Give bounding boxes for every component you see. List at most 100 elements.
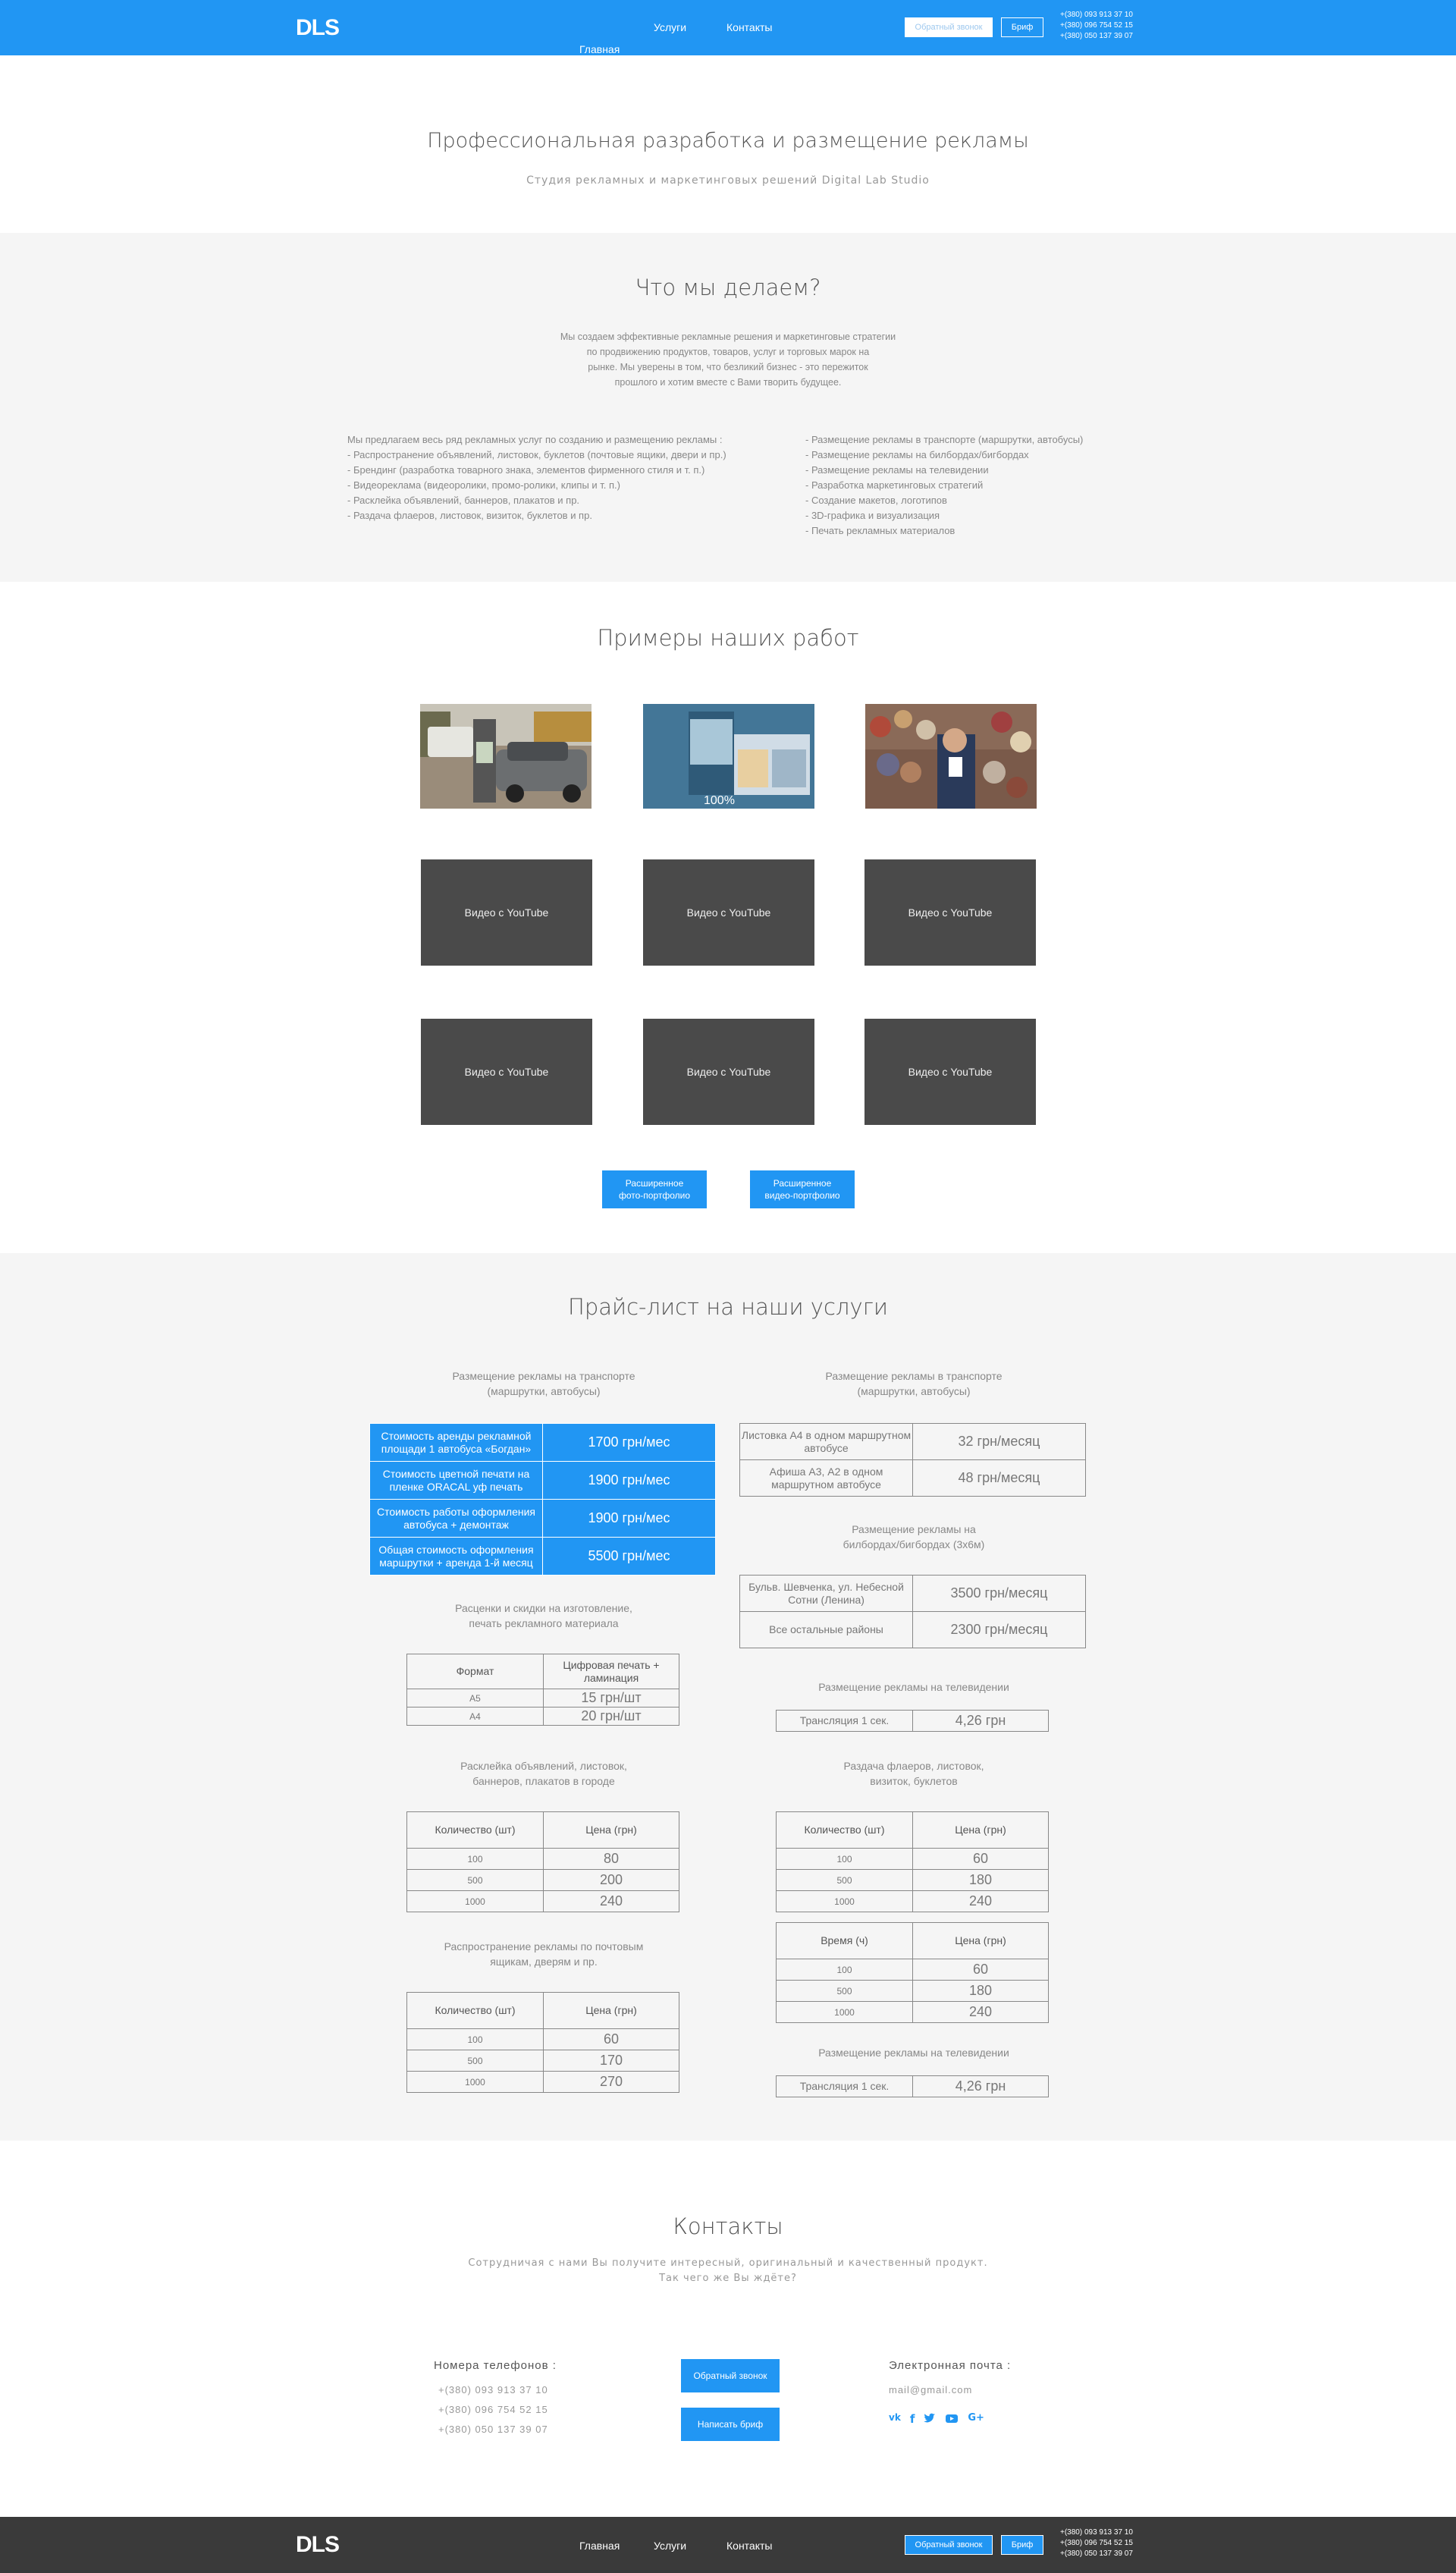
cell: Все остальные районы	[739, 1611, 913, 1648]
table-row: А4 20 грн/шт	[406, 1707, 679, 1726]
phone: +(380) 050 137 39 07	[1060, 2549, 1133, 2558]
twitter-icon[interactable]	[924, 2412, 936, 2424]
contacts-title: Контакты	[673, 2213, 783, 2239]
cell: 100	[776, 1959, 913, 1981]
table-row: Общая стоимость оформления маршрутки + а…	[369, 1537, 716, 1576]
footer-nav-home[interactable]: Главная	[579, 2540, 620, 2552]
nav-contacts[interactable]: Контакты	[726, 21, 772, 33]
footer-brief-button[interactable]: Бриф	[1001, 2535, 1043, 2555]
cell: Стоимость цветной печати на пленке ORACA…	[369, 1461, 543, 1500]
table-row: 100 60	[776, 1959, 1049, 1981]
table-row: Трансляция 1 сек. 4,26 грн	[776, 1710, 1049, 1732]
portfolio-photo-car[interactable]	[420, 704, 592, 809]
price-table-title: Размещение рекламы на телевидении	[818, 1681, 1009, 1693]
phone: +(380) 093 913 37 10	[1060, 2528, 1133, 2537]
cell: 15 грн/шт	[543, 1689, 679, 1707]
phone[interactable]: +(380) 093 913 37 10	[438, 2380, 548, 2400]
footer-logo[interactable]: DLS	[296, 2532, 361, 2558]
title-line: печать рекламного материала	[469, 1617, 619, 1629]
footer-nav-contacts[interactable]: Контакты	[726, 2540, 772, 2552]
portfolio-photo-kiosk[interactable]	[865, 704, 1037, 809]
nav-home[interactable]: Главная	[579, 21, 620, 77]
contacts-text: Сотрудничая с нами Вы получите интересны…	[0, 2256, 1456, 2286]
table-row: 500 200	[406, 1869, 679, 1891]
footer-callback-button[interactable]: Обратный звонок	[905, 2535, 993, 2555]
list-item: - Распространение объявлений, листовок, …	[347, 449, 726, 460]
youtube-video[interactable]: Видео с YouTube	[421, 1019, 592, 1125]
prices-section	[0, 1253, 1456, 2141]
button-label: видео-портфолио	[764, 1190, 840, 1201]
cell: Стоимость аренды рекламной площади 1 авт…	[369, 1423, 543, 1462]
title-line: Размещение рекламы в транспорте	[825, 1370, 1003, 1382]
write-brief-button[interactable]: Написать бриф	[681, 2408, 780, 2441]
works-title: Примеры наших работ	[597, 625, 859, 651]
photo-portfolio-button[interactable]: Расширенное фото-портфолио	[602, 1170, 707, 1208]
cell: 500	[406, 2050, 544, 2072]
email-link[interactable]: mail@gmail.com	[889, 2380, 972, 2400]
footer-nav-services[interactable]: Услуги	[654, 2540, 686, 2552]
cell: А4	[406, 1707, 544, 1726]
footer: DLS Главная Услуги Контакты Обратный зво…	[0, 2517, 1456, 2573]
header-cell: Количество (шт)	[406, 1992, 544, 2029]
vk-icon[interactable]: vk	[889, 2412, 901, 2426]
youtube-video[interactable]: Видео с YouTube	[864, 859, 1036, 966]
hourly-table: Время (ч) Цена (грн) 100 60 500 180 1000 240	[776, 1922, 1049, 2023]
table-row: 500 170	[406, 2050, 679, 2072]
portfolio-photo-billboard[interactable]: 100%	[643, 704, 814, 809]
youtube-video[interactable]: Видео с YouTube	[421, 859, 592, 966]
price-table-title: Раздача флаеров, листовок, визиток, букле…	[739, 1758, 1088, 1789]
price-table-title: Размещение рекламы в транспорте (маршрутк…	[739, 1368, 1088, 1399]
title-line: Размещение рекламы на транспорте	[452, 1370, 635, 1382]
youtube-icon[interactable]	[945, 2412, 959, 2424]
callback-button[interactable]: Обратный звонок	[905, 17, 993, 37]
text-line: рынке. Мы уверены в том, что безликий би…	[588, 362, 868, 372]
contact-callback-button[interactable]: Обратный звонок	[681, 2359, 780, 2392]
nav-services[interactable]: Услуги	[654, 21, 686, 33]
table-header: Количество (шт) Цена (грн)	[406, 1811, 679, 1849]
text-line: Мы создаем эффективные рекламные решения…	[560, 331, 896, 342]
header-cell: Количество (шт)	[406, 1811, 544, 1849]
flyer-table: Количество (шт) Цена (грн) 100 60 500 180 1…	[776, 1811, 1049, 1912]
cell: 1000	[406, 1890, 544, 1912]
cell: 500	[776, 1869, 913, 1891]
title-line: визиток, буклетов	[870, 1775, 958, 1787]
google-plus-icon[interactable]: G+	[968, 2412, 984, 2426]
footer-phones: +(380) 093 913 37 10 +(380) 096 754 52 1…	[1060, 2527, 1133, 2559]
logo[interactable]: DLS	[296, 15, 361, 41]
youtube-video[interactable]: Видео с YouTube	[864, 1019, 1036, 1125]
price-table-title: Расклейка объявлений, листовок, баннеров,…	[369, 1758, 718, 1789]
facebook-icon[interactable]: f	[910, 2412, 915, 2426]
tv-table: Трансляция 1 сек. 4,26 грн	[776, 1710, 1049, 1732]
billboard-table: Бульв. Шевченка, ул. Небесной Сотни (Лен…	[739, 1575, 1086, 1648]
cell: 3500 грн/месяц	[912, 1575, 1086, 1612]
table-row: 1000 270	[406, 2071, 679, 2093]
header-cell: Цена (грн)	[912, 1811, 1049, 1849]
table-row: Стоимость аренды рекламной площади 1 авт…	[369, 1423, 716, 1462]
youtube-video[interactable]: Видео с YouTube	[643, 859, 814, 966]
cell: Стоимость работы оформления автобуса + д…	[369, 1499, 543, 1538]
header-cell: Количество (шт)	[776, 1811, 913, 1849]
header: DLS Главная Услуги Контакты Обратный зво…	[0, 0, 1456, 55]
list-item: - Печать рекламных материалов	[805, 525, 956, 536]
cell: 240	[543, 1890, 679, 1912]
phone: +(380) 096 754 52 15	[1060, 2539, 1133, 2547]
cell: Бульв. Шевченка, ул. Небесной Сотни (Лен…	[739, 1575, 913, 1612]
list-item: - Расклейка объявлений, баннеров, плакат…	[347, 495, 580, 506]
phone[interactable]: +(380) 096 754 52 15	[438, 2400, 548, 2420]
youtube-video[interactable]: Видео с YouTube	[643, 1019, 814, 1125]
prices-title: Прайс-лист на наши услуги	[568, 1294, 888, 1320]
table-row: Листовка А4 в одном маршрутном автобусе 3…	[739, 1423, 1086, 1460]
cell: 180	[912, 1980, 1049, 2002]
title-line: (маршрутки, автобусы)	[857, 1385, 971, 1397]
header-cell: Цифровая печать + ламинация	[543, 1654, 679, 1689]
header-cell: Цена (грн)	[912, 1922, 1049, 1959]
text-line: Сотрудничая с нами Вы получите интересны…	[468, 2257, 988, 2269]
video-portfolio-button[interactable]: Расширенное видео-портфолио	[750, 1170, 855, 1208]
posting-table: Количество (шт) Цена (грн) 100 80 500 200 1…	[406, 1811, 679, 1912]
cell: 1000	[406, 2071, 544, 2093]
table-row: 100 60	[776, 1848, 1049, 1870]
phone: +(380) 050 137 39 07	[1060, 32, 1133, 40]
brief-button[interactable]: Бриф	[1001, 17, 1043, 37]
phone[interactable]: +(380) 050 137 39 07	[438, 2420, 548, 2439]
tv-table: Трансляция 1 сек. 4,26 грн	[776, 2075, 1049, 2097]
